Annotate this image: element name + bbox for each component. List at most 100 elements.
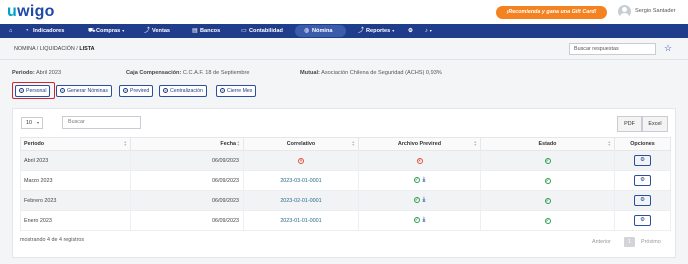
column-header-opciones: Opciones [614,137,671,151]
cell-fecha: 06/09/2023 [130,190,244,211]
cell-archivo-previred: × [358,150,481,171]
table-search-input[interactable]: Buscar [62,116,141,129]
caja-info: Caja Compensación: C.C.A.F. 18 de Septie… [126,70,250,76]
pagination-next[interactable]: Próximo [641,237,661,247]
column-header-archivo-previred[interactable]: Archivo Previred ▲ ▼ [358,137,481,151]
nav-item-bancos[interactable]: ▤ Bancos [192,24,220,38]
promo-gift-card-button[interactable]: ¡Recomienda y gana una Gift Card! [496,6,607,19]
download-icon[interactable]: ⤓ [423,177,426,184]
cell-estado: ✓ [480,190,615,211]
page-size-select[interactable]: 10 ▾ [21,117,43,129]
check-circle-icon: ✓ [544,217,551,224]
personal-button[interactable]: + Personal [15,85,51,97]
previred-button[interactable]: + Previred [119,85,154,97]
options-gears-button[interactable]: ⚙ [634,215,651,226]
gear-icon[interactable]: ⚙ [408,24,413,38]
cell-opciones: ⚙ [614,150,671,171]
uwigo-logo[interactable]: uwigo [7,3,55,21]
cell-estado: ✓ [480,170,615,191]
check-circle-icon: ✓ [544,157,551,164]
cell-periodo: Abril 2023 [20,150,131,171]
download-icon[interactable]: ⤓ [423,197,426,204]
options-gears-button[interactable]: ⚙ [634,195,651,206]
cierre-mes-button[interactable]: + Cierre Mes [216,85,257,97]
error-circle-icon: × [298,157,304,164]
search-input[interactable]: Buscar respuestas [569,43,656,55]
generar-nominas-button[interactable]: + Generar Nóminas [56,85,112,97]
plus-icon: + [123,88,128,93]
check-circle-icon: ✓ [413,197,420,203]
breadcrumb-nomina[interactable]: NOMINA [14,46,35,52]
nav-item-compras[interactable]: ⛟Compras ▾ [88,24,124,38]
records-info: mostrando 4 de 4 registros [20,237,85,243]
breadcrumb-liquidacion[interactable]: LIQUIDACIÓN [40,46,75,52]
table-row: Marzo 2023 06/09/2023 2023-03-01-0001 ✓ ⤓… [20,170,671,191]
top-bar: uwigo ¡Recomienda y gana una Gift Card! … [0,0,688,24]
cell-estado: ✓ [480,150,615,171]
cell-opciones: ⚙ [614,210,671,231]
home-icon[interactable]: ⌂ [9,24,12,38]
cell-fecha: 06/09/2023 [130,150,244,171]
correlativo-link[interactable]: 2023-02-01-0001 [280,198,321,204]
pagination-page-1[interactable]: 1 [624,237,635,247]
chart-line-icon: ⤴ [358,28,365,34]
sort-icon: ▲ ▼ [236,140,240,147]
cell-archivo-previred: ✓ ⤓ [358,170,481,191]
star-icon[interactable]: ☆ [664,43,672,54]
column-header-correlativo[interactable]: Correlativo ▲ ▼ [243,137,359,151]
excel-export-button[interactable]: Excel [642,116,668,132]
plus-icon: + [163,88,168,93]
nav-item-ventas[interactable]: ⤴ Ventas [144,24,170,38]
breadcrumb-lista: LISTA [79,46,95,52]
user-avatar-icon[interactable] [618,5,631,18]
check-circle-icon: ✓ [413,217,420,223]
cell-archivo-previred: ✓ ⤓ [358,210,481,231]
cell-correlativo: 2023-02-01-0001 [243,190,359,211]
centralizacion-button[interactable]: + Centralización [159,85,207,97]
table-row: Enero 2023 06/09/2023 2023-01-01-0001 ✓ ⤓… [20,210,671,231]
main-nav: ⌂ ◔ Indicadores ⛟Compras ▾ ⤴ Ventas ▤ Bancos… [0,24,688,38]
cell-correlativo: × [243,150,359,171]
sort-icon: ▲ ▼ [473,140,477,147]
speedometer-icon: ◔ [25,28,29,34]
pdf-export-button[interactable]: PDF [617,116,642,132]
table-row: Febrero 2023 06/09/2023 2023-02-01-0001 … [20,190,671,211]
bell-icon[interactable]: ♪ ▾ [425,24,432,38]
column-header-fecha[interactable]: Fecha ▲ ▼ [130,137,244,151]
cart-icon: ⛟ [88,28,96,34]
nav-item-contabilidad[interactable]: ▭ Contabilidad [241,24,283,38]
cell-correlativo: 2023-03-01-0001 [243,170,359,191]
table-row: Abril 2023 06/09/2023 × × ✓ ⚙ [20,150,671,171]
chevron-down-icon: ▾ [122,28,125,33]
correlativo-link[interactable]: 2023-01-01-0001 [280,218,321,224]
correlativo-link[interactable]: 2023-03-01-0001 [280,178,321,184]
options-gears-button[interactable]: ⚙ [634,155,651,166]
pagination-prev[interactable]: Anterior [592,237,611,247]
cell-archivo-previred: ✓ ⤓ [358,190,481,211]
plus-icon: + [220,88,225,93]
liquidaciones-table: Periodo ▲ ▼ Fecha ▲ ▼ Correlativo ▲ ▼ Archivo … [20,137,671,231]
nav-item-reportes[interactable]: ⤴ Reportes ▾ [358,24,394,38]
cell-periodo: Febrero 2023 [20,190,131,211]
plus-icon: + [19,88,24,93]
bank-icon: ▤ [192,28,198,34]
check-circle-icon: ✓ [544,197,551,204]
cell-estado: ✓ [480,210,615,231]
column-header-periodo[interactable]: Periodo ▲ ▼ [20,137,131,151]
check-circle-icon: ✓ [544,177,551,184]
options-gears-button[interactable]: ⚙ [634,175,651,186]
cell-periodo: Enero 2023 [20,210,131,231]
mutual-info: Mutual: Asociación Chilena de Seguridad … [300,70,442,76]
cell-opciones: ⚙ [614,190,671,211]
cell-fecha: 06/09/2023 [130,170,244,191]
download-icon[interactable]: ⤓ [423,217,426,224]
user-name[interactable]: Sergio Santader [635,8,675,14]
breadcrumb: NOMINA / LIQUIDACIÓN / LISTA [14,46,95,52]
column-header-estado[interactable]: Estado ▲ ▼ [480,137,615,151]
nav-item-indicadores[interactable]: ◔ Indicadores [25,24,64,38]
document-icon: ▭ [241,28,247,34]
check-circle-icon: ✓ [413,177,420,183]
globe-icon: ◍ [304,28,310,34]
sort-icon: ▲ ▼ [607,140,611,147]
nav-item-nomina[interactable]: ◍ Nómina [304,24,333,38]
